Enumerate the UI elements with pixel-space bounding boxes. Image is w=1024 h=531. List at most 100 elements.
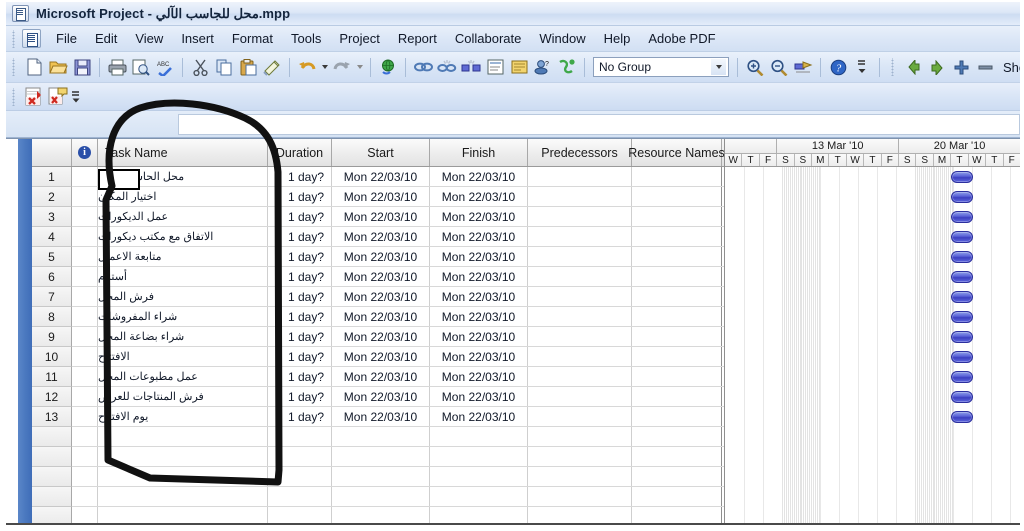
row-number-empty[interactable] (32, 487, 72, 507)
cell-empty[interactable] (268, 467, 332, 486)
show-subtasks-plus-icon[interactable] (950, 56, 972, 78)
cell-empty[interactable] (98, 427, 268, 446)
cell-empty[interactable] (528, 447, 632, 466)
table-row[interactable]: يوم الافتتاح 1 day? Mon 22/03/10 Mon 22/03/… (72, 407, 724, 427)
cell-start[interactable]: Mon 22/03/10 (332, 227, 430, 246)
table-row[interactable]: فرش المحل 1 day? Mon 22/03/10 Mon 22/03/10 (72, 287, 724, 307)
cell-start[interactable]: Mon 22/03/10 (332, 387, 430, 406)
cell-predecessors[interactable] (528, 287, 632, 306)
cell-indicator[interactable] (72, 187, 98, 206)
cell-empty[interactable] (430, 507, 528, 523)
cell-finish[interactable]: Mon 22/03/10 (430, 167, 528, 186)
document-menu-icon[interactable] (22, 29, 41, 48)
cell-empty[interactable] (98, 507, 268, 523)
redo-icon[interactable] (331, 56, 353, 78)
row-number-empty[interactable] (32, 467, 72, 487)
cell-empty[interactable] (528, 467, 632, 486)
row-number[interactable]: 2 (32, 187, 72, 207)
cell-empty[interactable] (632, 487, 722, 506)
column-header-resource-names[interactable]: Resource Names (628, 139, 725, 166)
cell-empty[interactable] (632, 427, 722, 446)
cell-empty[interactable] (528, 487, 632, 506)
entry-input[interactable] (178, 114, 1020, 135)
cell-empty[interactable] (632, 507, 722, 523)
cell-predecessors[interactable] (528, 307, 632, 326)
cell-resource-names[interactable] (632, 167, 722, 186)
zoom-out-icon[interactable] (768, 56, 790, 78)
cell-empty[interactable] (632, 447, 722, 466)
cell-predecessors[interactable] (528, 267, 632, 286)
gantt-task-bar[interactable] (951, 391, 973, 403)
cell-indicator[interactable] (72, 227, 98, 246)
cell-duration[interactable]: 1 day? (268, 367, 332, 386)
column-header-finish[interactable]: Finish (430, 139, 528, 166)
cell-empty[interactable] (72, 487, 98, 506)
cell-resource-names[interactable] (632, 407, 722, 426)
row-number[interactable]: 4 (32, 227, 72, 247)
cell-empty[interactable] (528, 427, 632, 446)
cell-finish[interactable]: Mon 22/03/10 (430, 207, 528, 226)
cell-empty[interactable] (430, 447, 528, 466)
cell-duration[interactable]: 1 day? (268, 267, 332, 286)
menu-item-project[interactable]: Project (330, 28, 388, 49)
cell-empty[interactable] (430, 427, 528, 446)
cell-indicator[interactable] (72, 307, 98, 326)
cell-task-name[interactable]: يوم الافتتاح (98, 407, 268, 426)
row-number-empty[interactable] (32, 447, 72, 467)
cell-resource-names[interactable] (632, 367, 722, 386)
cell-empty[interactable] (430, 467, 528, 486)
table-row[interactable]: الاتفاق مع مكتب ديكورات 1 day? Mon 22/03/1… (72, 227, 724, 247)
menu-item-file[interactable]: File (47, 28, 86, 49)
cell-finish[interactable]: Mon 22/03/10 (430, 407, 528, 426)
cell-finish[interactable]: Mon 22/03/10 (430, 187, 528, 206)
hyperlink-globe-icon[interactable] (377, 56, 399, 78)
menu-item-help[interactable]: Help (595, 28, 640, 49)
cell-start[interactable]: Mon 22/03/10 (332, 327, 430, 346)
row-number[interactable]: 13 (32, 407, 72, 427)
cell-empty[interactable] (72, 447, 98, 466)
row-number[interactable]: 1 (32, 167, 72, 187)
cell-empty[interactable] (332, 507, 430, 523)
formatting-toolbar-grip[interactable] (889, 58, 898, 76)
cell-duration[interactable]: 1 day? (268, 227, 332, 246)
new-icon[interactable] (23, 56, 45, 78)
row-number[interactable]: 11 (32, 367, 72, 387)
table-row[interactable]: فرش المنتاجات للعرض 1 day? Mon 22/03/10 Mon… (72, 387, 724, 407)
cell-resource-names[interactable] (632, 347, 722, 366)
cell-finish[interactable]: Mon 22/03/10 (430, 367, 528, 386)
convert-to-adobe-pdf-icon[interactable] (23, 86, 45, 108)
cell-duration[interactable]: 1 day? (268, 327, 332, 346)
cell-predecessors[interactable] (528, 387, 632, 406)
cell-duration[interactable]: 1 day? (268, 187, 332, 206)
cell-resource-names[interactable] (632, 187, 722, 206)
cell-finish[interactable]: Mon 22/03/10 (430, 227, 528, 246)
table-row-empty[interactable] (72, 447, 724, 467)
table-row-empty[interactable] (72, 467, 724, 487)
toolbar-overflow-icon[interactable] (70, 87, 81, 107)
cell-empty[interactable] (268, 487, 332, 506)
cell-empty[interactable] (268, 447, 332, 466)
task-information-icon[interactable] (484, 56, 506, 78)
print-icon[interactable] (106, 56, 128, 78)
outdent-arrow-icon[interactable] (902, 56, 924, 78)
row-number[interactable]: 6 (32, 267, 72, 287)
cell-finish[interactable]: Mon 22/03/10 (430, 307, 528, 326)
cell-empty[interactable] (332, 427, 430, 446)
gantt-bars-area[interactable] (725, 167, 1020, 523)
gantt-task-bar[interactable] (951, 291, 973, 303)
cell-indicator[interactable] (72, 207, 98, 226)
publish-icon[interactable] (556, 56, 578, 78)
convert-to-adobe-pdf-and-email-icon[interactable] (47, 86, 69, 108)
row-number[interactable]: 9 (32, 327, 72, 347)
cell-indicator[interactable] (72, 367, 98, 386)
notes-icon[interactable] (508, 56, 530, 78)
standard-toolbar-grip[interactable] (10, 58, 19, 76)
help-icon[interactable]: ? (827, 56, 849, 78)
gantt-task-bar[interactable] (951, 251, 973, 263)
redo-dropdown-arrow-icon[interactable] (354, 57, 365, 77)
menu-item-collaborate[interactable]: Collaborate (446, 28, 531, 49)
menu-item-adobe-pdf[interactable]: Adobe PDF (639, 28, 724, 49)
table-row-empty[interactable] (72, 507, 724, 523)
cell-empty[interactable] (72, 507, 98, 523)
cell-start[interactable]: Mon 22/03/10 (332, 267, 430, 286)
